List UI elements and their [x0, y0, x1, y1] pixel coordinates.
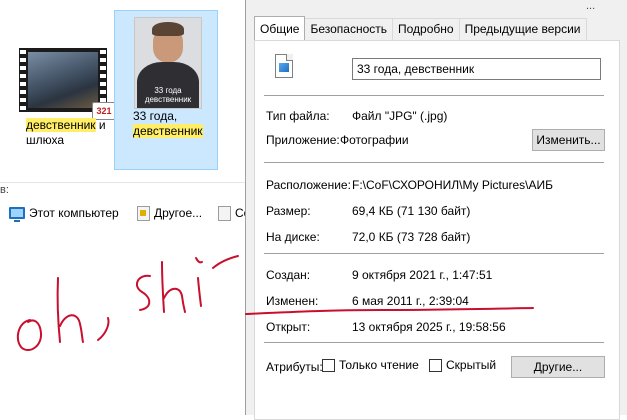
size-label: Размер:	[266, 204, 311, 218]
checkbox-box[interactable]	[322, 358, 335, 372]
modified-value: 6 мая 2011 г., 2:39:04	[352, 294, 469, 308]
disk-size-value: 72,0 КБ (73 728 байт)	[352, 230, 471, 244]
tab-security[interactable]: Безопасность	[304, 18, 394, 40]
size-value: 69,4 КБ (71 130 байт)	[352, 204, 471, 218]
file-view: 321 девственник и шлюха 33 года девствен…	[0, 0, 245, 182]
checkbox-label: Скрытый	[446, 358, 497, 372]
app-value: Фотографии	[340, 133, 409, 147]
file-name: девственник и шлюха	[26, 118, 106, 147]
explorer-pane: 321 девственник и шлюха 33 года девствен…	[0, 0, 250, 415]
checkbox-label: Только чтение	[339, 358, 419, 372]
quick-access-row: Этот компьютер Другое... Co	[0, 202, 250, 224]
change-button[interactable]: Изменить...	[532, 129, 605, 151]
modified-label: Изменен:	[266, 294, 319, 308]
photo-thumbnail-icon: 33 года девственник	[134, 17, 202, 109]
document-icon	[218, 205, 231, 221]
divider	[0, 182, 245, 183]
separator	[264, 95, 604, 96]
readonly-checkbox[interactable]: Только чтение	[322, 358, 419, 372]
created-value: 9 октября 2021 г., 1:47:51	[352, 268, 493, 282]
location-value: F:\CoF\СХОРОНИЛ\My Pictures\АИБ	[352, 178, 554, 192]
tab-general[interactable]: Общие	[254, 16, 306, 40]
quick-item-other[interactable]: Другое...	[137, 202, 202, 224]
in-label: в:	[0, 184, 9, 196]
computer-icon	[9, 207, 25, 222]
opened-label: Открыт:	[266, 320, 311, 334]
quick-item-label: Этот компьютер	[29, 206, 119, 220]
separator	[264, 162, 604, 163]
dialog-title: ...	[586, 0, 596, 12]
file-item-photo[interactable]: 33 года девственник 33 года, девственник	[114, 10, 218, 170]
quick-item-label: Другое...	[154, 206, 203, 220]
advanced-attributes-button[interactable]: Другие...	[511, 356, 605, 378]
checkbox-box[interactable]	[429, 358, 442, 372]
file-type-label: Тип файла:	[266, 109, 330, 123]
file-name: 33 года, девственник	[133, 109, 203, 138]
tab-bar: Общие Безопасность Подробно Предыдущие в…	[254, 16, 587, 40]
app-label: Приложение:	[266, 133, 340, 147]
file-name-input[interactable]	[352, 58, 601, 80]
hidden-checkbox[interactable]: Скрытый	[429, 358, 496, 372]
thumbnail-caption: 33 года девственник	[144, 86, 192, 104]
tab-details[interactable]: Подробно	[392, 18, 460, 40]
created-label: Создан:	[266, 268, 311, 282]
separator	[264, 342, 604, 343]
file-item-video[interactable]: 321 девственник и шлюха	[6, 10, 116, 170]
tab-previous-versions[interactable]: Предыдущие версии	[458, 18, 587, 40]
disk-size-label: На диске:	[266, 230, 320, 244]
opened-value: 13 октября 2025 г., 19:58:56	[352, 320, 506, 334]
document-icon	[137, 205, 150, 221]
image-file-icon	[275, 54, 293, 78]
attributes-label: Атрибуты:	[266, 360, 323, 374]
quick-item-this-pc[interactable]: Этот компьютер	[9, 202, 119, 224]
file-type-value: Файл "JPG" (.jpg)	[352, 109, 448, 123]
location-label: Расположение:	[266, 178, 351, 192]
separator	[264, 253, 604, 254]
